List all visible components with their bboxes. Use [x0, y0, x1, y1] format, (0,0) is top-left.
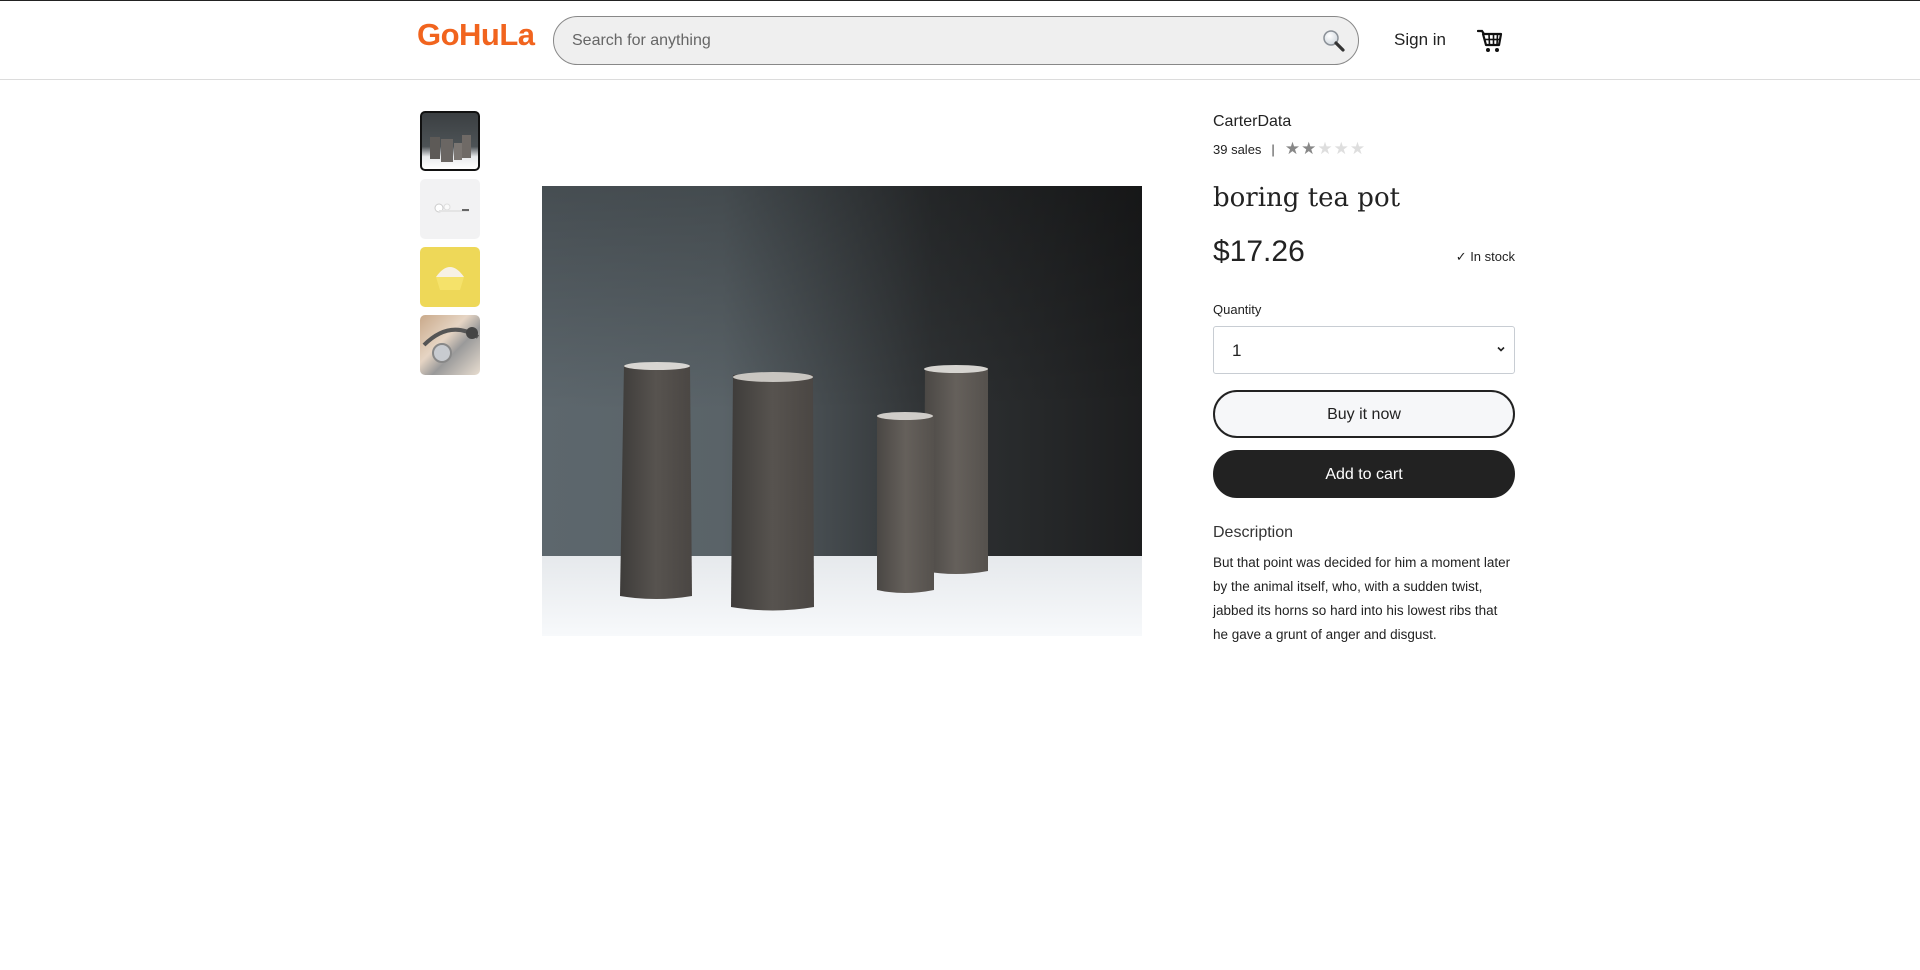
product-price: $17.26: [1213, 235, 1305, 268]
meta-separator: |: [1271, 141, 1275, 157]
quantity-select[interactable]: 1: [1213, 326, 1515, 374]
site-header: GoHuLa Sign in: [0, 1, 1920, 80]
shop-name[interactable]: CarterData: [1213, 113, 1515, 131]
earbuds-thumbnail-image: [434, 203, 469, 213]
description-text: But that point was decided for him a mom…: [1213, 555, 1511, 642]
thumbnail-earbuds[interactable]: [420, 179, 480, 239]
thumbnail-cupcake[interactable]: [420, 247, 480, 307]
add-to-cart-button[interactable]: Add to cart: [1213, 450, 1515, 498]
rating-stars: ★ ★ ★ ★ ★: [1285, 139, 1365, 159]
product-title: boring tea pot: [1213, 183, 1401, 213]
headphones-thumbnail-image: [422, 327, 480, 363]
chevron-down-icon: [1497, 346, 1505, 352]
cart-icon: [1476, 29, 1503, 52]
search-button[interactable]: [1320, 27, 1348, 55]
logo[interactable]: GoHuLa: [417, 17, 535, 53]
description-heading: Description: [1213, 524, 1294, 541]
star-filled-icon: ★: [1284, 139, 1301, 158]
sales-count: 39 sales: [1213, 141, 1262, 157]
product-info: CarterData 39 sales | ★ ★ ★ ★ ★ boring tea p…: [1213, 113, 1515, 647]
search-bar: [553, 16, 1359, 65]
cart-button[interactable]: [1476, 28, 1503, 54]
star-empty-icon: ★: [1349, 139, 1366, 158]
pitchers-image: [542, 186, 1142, 636]
main-product-image: [542, 186, 1142, 636]
price-row: $17.26 ✓ In stock: [1213, 235, 1515, 269]
quantity-value: 1: [1232, 341, 1242, 360]
star-empty-icon: ★: [1317, 139, 1333, 158]
thumbnail-list: [420, 111, 480, 383]
pitchers-thumbnail-image: [430, 135, 471, 162]
star-empty-icon: ★: [1333, 139, 1349, 158]
star-filled-icon: ★: [1301, 139, 1317, 158]
product-meta: 39 sales | ★ ★ ★ ★ ★: [1213, 139, 1515, 159]
search-input[interactable]: [572, 17, 1272, 64]
cupcake-thumbnail-image: [436, 267, 464, 290]
sign-in-link[interactable]: Sign in: [1394, 30, 1446, 50]
thumbnail-pitchers[interactable]: [420, 111, 480, 171]
quantity-label: Quantity: [1213, 302, 1262, 317]
stock-status: ✓ In stock: [1455, 249, 1515, 264]
buy-now-button[interactable]: Buy it now: [1213, 390, 1515, 438]
search-icon: [1323, 30, 1345, 52]
thumbnail-headphones[interactable]: [420, 315, 480, 375]
